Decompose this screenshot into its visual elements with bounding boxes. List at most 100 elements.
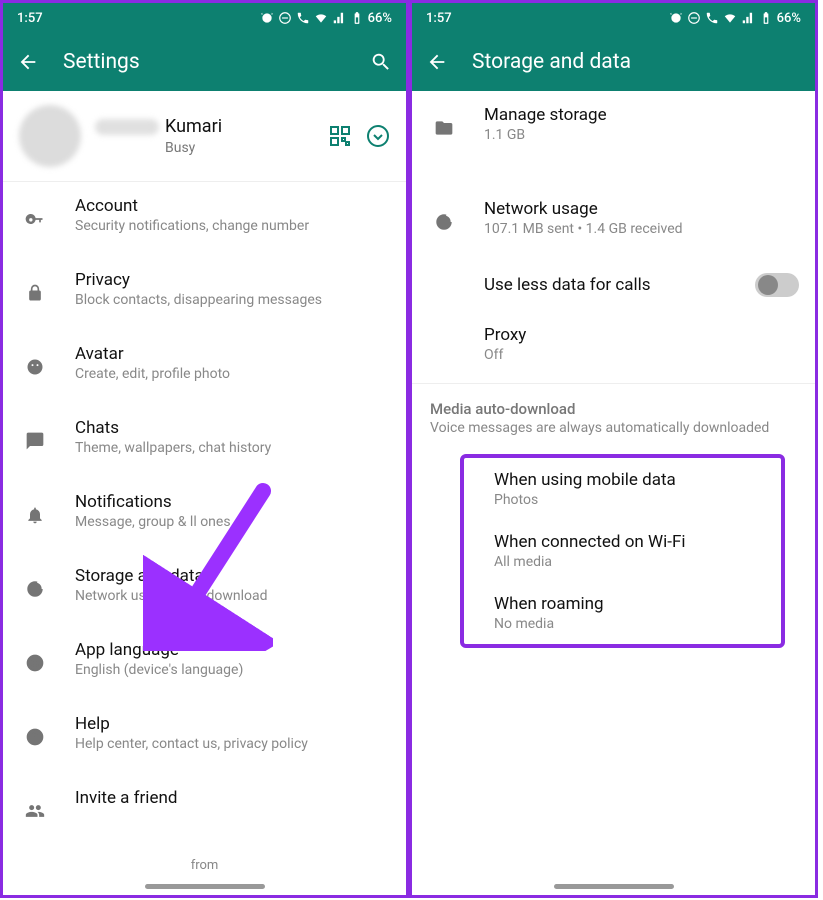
item-sub: Off <box>484 347 799 363</box>
item-title: When using mobile data <box>494 470 763 490</box>
item-title: App language <box>75 640 390 660</box>
use-less-data-switch[interactable] <box>755 273 799 297</box>
item-sub: Photos <box>494 492 763 508</box>
settings-item-avatar[interactable]: Avatar Create, edit, profile photo <box>3 330 406 404</box>
item-title: Invite a friend <box>75 788 390 808</box>
dnd-icon <box>278 11 292 25</box>
item-sub: 107.1 MB sent • 1.4 GB received <box>484 221 799 237</box>
media-section-header: Media auto-download <box>412 384 815 420</box>
data-icon <box>25 579 45 599</box>
settings-item-storage[interactable]: Storage and data Network usage, auto-down… <box>3 552 406 626</box>
status-time: 1:57 <box>17 11 43 26</box>
battery-icon <box>759 11 773 25</box>
item-sub: English (device's language) <box>75 662 390 678</box>
item-title: Account <box>75 196 390 216</box>
settings-item-help[interactable]: Help Help center, contact us, privacy pol… <box>3 700 406 774</box>
help-icon <box>25 727 45 747</box>
network-usage-item[interactable]: Network usage 107.1 MB sent • 1.4 GB rece… <box>412 185 815 259</box>
app-bar: Storage and data <box>412 33 815 91</box>
media-wifi-item[interactable]: When connected on Wi-Fi All media <box>464 520 781 582</box>
avatar <box>19 105 81 167</box>
storage-content: Manage storage 1.1 GB Network usage 107.1 … <box>412 91 815 877</box>
bell-icon <box>25 505 45 525</box>
appbar-title: Settings <box>63 50 346 74</box>
item-title: Network usage <box>484 199 799 219</box>
folder-icon <box>434 118 454 138</box>
dnd-icon <box>687 11 701 25</box>
annotation-highlight: When using mobile data Photos When connec… <box>460 454 785 648</box>
item-sub: Theme, wallpapers, chat history <box>75 440 390 456</box>
key-icon <box>25 209 45 229</box>
settings-item-chats[interactable]: Chats Theme, wallpapers, chat history <box>3 404 406 478</box>
manage-storage-item[interactable]: Manage storage 1.1 GB <box>412 91 815 165</box>
media-mobile-item[interactable]: When using mobile data Photos <box>464 458 781 520</box>
item-sub: Message, group & ll ones <box>75 514 390 530</box>
signal-icon <box>332 11 346 25</box>
item-title: Privacy <box>75 270 390 290</box>
profile-status: Busy <box>165 140 328 156</box>
proxy-item[interactable]: Proxy Off <box>412 311 815 377</box>
settings-content: Kumari Busy Account Security notification… <box>3 91 406 877</box>
storage-screen: 1:57 66% Storage and data Manage storage… <box>409 0 818 898</box>
face-icon <box>25 357 45 377</box>
status-bar: 1:57 66% <box>412 3 815 33</box>
settings-item-privacy[interactable]: Privacy Block contacts, disappearing mess… <box>3 256 406 330</box>
item-sub: Create, edit, profile photo <box>75 366 390 382</box>
item-title: Chats <box>75 418 390 438</box>
lock-icon <box>25 283 45 303</box>
item-title: Use less data for calls <box>484 275 727 295</box>
profile-name: Kumari <box>165 116 222 137</box>
wifi-icon <box>723 11 737 25</box>
alarm-icon <box>260 11 274 25</box>
item-title: Storage and data <box>75 566 390 586</box>
footer: from <box>3 848 406 877</box>
settings-item-language[interactable]: App language English (device's language) <box>3 626 406 700</box>
item-title: Notifications <box>75 492 390 512</box>
people-icon <box>25 801 45 821</box>
wifi-icon <box>314 11 328 25</box>
item-sub: Help center, contact us, privacy policy <box>75 736 390 752</box>
appbar-title: Storage and data <box>472 50 801 74</box>
item-sub: No media <box>494 616 763 632</box>
item-title: Avatar <box>75 344 390 364</box>
battery-icon <box>350 11 364 25</box>
signal-icon <box>741 11 755 25</box>
chevron-down-circle-icon[interactable] <box>366 124 390 148</box>
use-less-data-item[interactable]: Use less data for calls <box>412 259 815 311</box>
name-redacted <box>95 119 159 135</box>
battery-text: 66% <box>368 11 392 26</box>
battery-text: 66% <box>777 11 801 26</box>
settings-item-notifications[interactable]: Notifications Message, group & ll ones <box>3 478 406 552</box>
nav-bar <box>412 877 815 895</box>
item-sub: All media <box>494 554 763 570</box>
back-icon[interactable] <box>426 51 448 73</box>
item-title: When roaming <box>494 594 763 614</box>
wifi-call-icon <box>296 11 310 25</box>
back-icon[interactable] <box>17 51 39 73</box>
app-bar: Settings <box>3 33 406 91</box>
settings-screen: 1:57 66% Settings Kumari Busy <box>0 0 409 898</box>
item-title: Manage storage <box>484 105 799 125</box>
item-title: Help <box>75 714 390 734</box>
status-bar: 1:57 66% <box>3 3 406 33</box>
settings-item-invite[interactable]: Invite a friend <box>3 774 406 848</box>
settings-item-account[interactable]: Account Security notifications, change nu… <box>3 182 406 256</box>
item-title: Proxy <box>484 325 799 345</box>
alarm-icon <box>669 11 683 25</box>
qr-icon[interactable] <box>328 124 352 148</box>
item-sub: 1.1 GB <box>484 127 799 143</box>
media-roaming-item[interactable]: When roaming No media <box>464 582 781 644</box>
chat-icon <box>25 431 45 451</box>
nav-bar <box>3 877 406 895</box>
profile-row[interactable]: Kumari Busy <box>3 91 406 182</box>
item-sub: Block contacts, disappearing messages <box>75 292 390 308</box>
data-icon <box>434 212 454 232</box>
globe-icon <box>25 653 45 673</box>
status-time: 1:57 <box>426 11 452 26</box>
item-sub: Security notifications, change number <box>75 218 390 234</box>
media-section-note: Voice messages are always automatically … <box>412 420 815 446</box>
item-sub: Network usage, auto-download <box>75 588 390 604</box>
item-title: When connected on Wi-Fi <box>494 532 763 552</box>
wifi-call-icon <box>705 11 719 25</box>
search-icon[interactable] <box>370 51 392 73</box>
